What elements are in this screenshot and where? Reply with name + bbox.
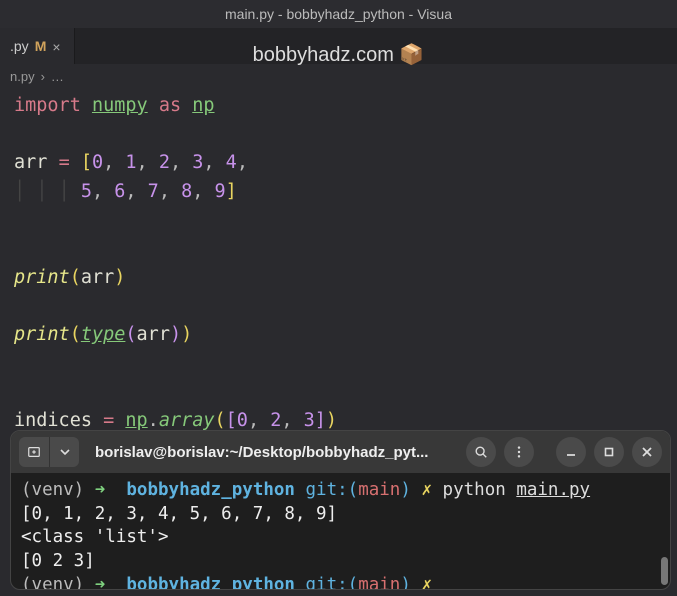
- minimize-icon: [565, 446, 577, 458]
- close-button[interactable]: [632, 437, 662, 467]
- maximize-button[interactable]: [594, 437, 624, 467]
- code-line: import numpy as np: [14, 92, 663, 121]
- watermark: bobbyhadz.com 📦: [0, 42, 677, 67]
- code-line: print(type(arr)): [14, 321, 663, 350]
- code-line: [14, 207, 663, 236]
- terminal-new-tab-group: [19, 437, 79, 467]
- window-title-bar: main.py - bobbyhadz_python - Visua: [0, 0, 677, 28]
- new-tab-dropdown[interactable]: [49, 437, 79, 467]
- kebab-menu-icon: [512, 445, 526, 459]
- terminal-header: borislav@borislav:~/Desktop/bobbyhadz_py…: [11, 431, 670, 473]
- code-line: [14, 379, 663, 408]
- maximize-icon: [603, 446, 615, 458]
- code-line: [14, 235, 663, 264]
- scrollbar-thumb[interactable]: [661, 557, 668, 585]
- breadcrumb-more: …: [51, 69, 64, 84]
- minimize-button[interactable]: [556, 437, 586, 467]
- code-line: print(arr): [14, 264, 663, 293]
- code-line: [14, 293, 663, 322]
- code-line: [14, 121, 663, 150]
- breadcrumb-file: n.py: [10, 69, 35, 84]
- chevron-down-icon: [60, 447, 70, 457]
- terminal-body[interactable]: (venv) ➜ bobbyhadz_python git:(main) ✗ p…: [11, 473, 670, 589]
- window-title: main.py - bobbyhadz_python - Visua: [225, 6, 452, 22]
- new-tab-button[interactable]: [19, 437, 49, 467]
- search-icon: [474, 445, 488, 459]
- code-line: [14, 350, 663, 379]
- search-button[interactable]: [466, 437, 496, 467]
- breadcrumb[interactable]: n.py › …: [0, 64, 677, 88]
- code-line: │ │ │ 5, 6, 7, 8, 9]: [14, 178, 663, 207]
- chevron-right-icon: ›: [41, 69, 45, 84]
- close-icon: [641, 446, 653, 458]
- new-tab-icon: [27, 445, 41, 459]
- menu-button[interactable]: [504, 437, 534, 467]
- terminal-panel: borislav@borislav:~/Desktop/bobbyhadz_py…: [10, 430, 671, 590]
- terminal-title: borislav@borislav:~/Desktop/bobbyhadz_py…: [87, 444, 458, 461]
- code-line: arr = [0, 1, 2, 3, 4,: [14, 149, 663, 178]
